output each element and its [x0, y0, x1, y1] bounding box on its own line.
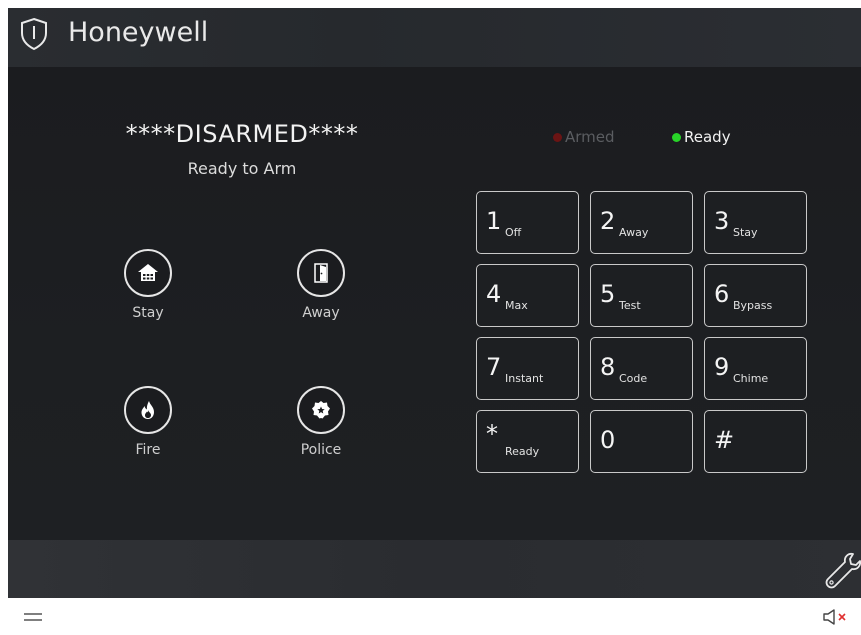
police-badge-icon — [297, 386, 345, 434]
key-function: Max — [505, 299, 528, 312]
door-icon — [297, 249, 345, 297]
away-label: Away — [302, 305, 340, 321]
key-number: 1 — [486, 207, 502, 235]
key-2[interactable]: 2 Away — [590, 191, 693, 254]
header-bar: Honeywell — [8, 8, 861, 67]
key-number: # — [714, 426, 735, 454]
wrench-icon[interactable] — [823, 550, 861, 590]
fire-label: Fire — [135, 442, 161, 458]
key-number: 5 — [600, 280, 616, 308]
key-number: 7 — [486, 353, 502, 381]
arm-status: ****DISARMED**** — [125, 120, 359, 148]
key-number: 2 — [600, 207, 616, 235]
armed-indicator: Armed — [553, 128, 615, 146]
stay-button[interactable]: Stay — [93, 249, 203, 321]
ready-label: Ready — [684, 128, 731, 146]
key-number: 8 — [600, 353, 616, 381]
speaker-muted-icon[interactable] — [822, 608, 850, 626]
key-function: Bypass — [733, 299, 773, 312]
key-hash[interactable]: # — [704, 410, 807, 473]
key-function: Away — [619, 226, 649, 239]
key-number: 6 — [714, 280, 730, 308]
fire-icon — [124, 386, 172, 434]
armed-label: Armed — [565, 128, 615, 146]
key-star[interactable]: * Ready — [476, 410, 579, 473]
ready-indicator: Ready — [672, 128, 731, 146]
key-8[interactable]: 8 Code — [590, 337, 693, 400]
key-function: Code — [619, 372, 648, 385]
key-9[interactable]: 9 Chime — [704, 337, 807, 400]
stay-label: Stay — [132, 305, 164, 321]
key-4[interactable]: 4 Max — [476, 264, 579, 327]
key-function: Test — [619, 299, 641, 312]
main-panel: ****DISARMED**** Ready to Arm Armed Read… — [8, 67, 861, 540]
key-function: Stay — [733, 226, 758, 239]
bottom-toolbar — [8, 540, 861, 598]
armed-dot-icon — [553, 133, 562, 142]
key-3[interactable]: 3 Stay — [704, 191, 807, 254]
key-number: * — [486, 420, 498, 448]
key-number: 0 — [600, 426, 616, 454]
key-function: Instant — [505, 372, 544, 385]
fire-button[interactable]: Fire — [93, 386, 203, 458]
ready-dot-icon — [672, 133, 681, 142]
app-window: Honeywell ****DISARMED**** Ready to Arm … — [8, 8, 861, 598]
key-function: Ready — [505, 445, 540, 458]
shield-logo-icon — [21, 17, 47, 51]
key-1[interactable]: 1 Off — [476, 191, 579, 254]
key-function: Chime — [733, 372, 769, 385]
key-5[interactable]: 5 Test — [590, 264, 693, 327]
arm-status-sub: Ready to Arm — [187, 159, 297, 178]
police-button[interactable]: Police — [266, 386, 376, 458]
menu-icon[interactable] — [24, 611, 42, 623]
brand-title: Honeywell — [68, 17, 209, 48]
police-label: Police — [300, 442, 342, 458]
key-0[interactable]: 0 — [590, 410, 693, 473]
key-number: 3 — [714, 207, 730, 235]
key-number: 4 — [486, 280, 502, 308]
home-icon — [124, 249, 172, 297]
footer-bar — [0, 598, 861, 635]
key-function: Off — [505, 226, 522, 239]
key-number: 9 — [714, 353, 730, 381]
away-button[interactable]: Away — [266, 249, 376, 321]
key-7[interactable]: 7 Instant — [476, 337, 579, 400]
key-6[interactable]: 6 Bypass — [704, 264, 807, 327]
